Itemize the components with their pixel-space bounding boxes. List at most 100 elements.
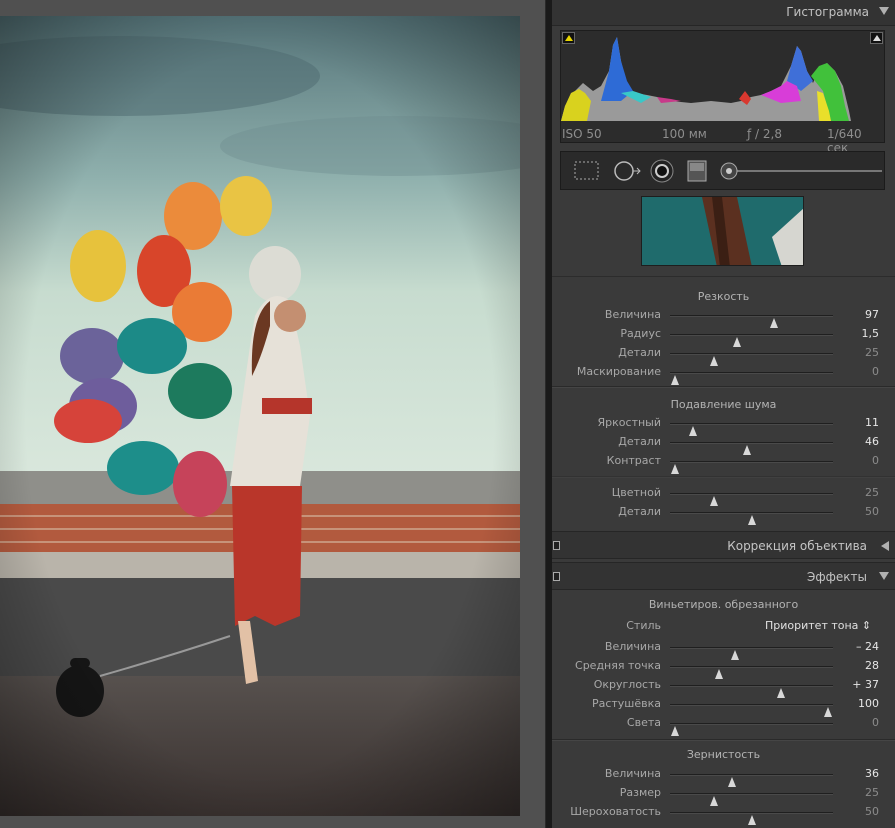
photo-canvas-area [0, 0, 545, 828]
histogram[interactable]: ISO 50 100 мм ƒ / 2,8 1/640 сек [560, 30, 885, 155]
slider-row: Величина – 24 [552, 639, 895, 660]
noise-reduction-section: Подавление шума Яркостный 11 Детали 46 Контр… [552, 390, 895, 528]
slider-track[interactable] [670, 442, 833, 455]
shadow-clipping-toggle[interactable] [562, 32, 575, 44]
histogram-header[interactable]: Гистограмма [552, 0, 895, 26]
slider-row: Света 0 [552, 715, 895, 736]
slider-track[interactable] [670, 334, 833, 347]
slider-row: Средняя точка 28 [552, 658, 895, 679]
slider-track[interactable] [670, 512, 833, 525]
vignette-style-select[interactable]: Приоритет тона ⇕ [765, 619, 871, 632]
slider-track[interactable] [670, 461, 833, 474]
slider-thumb[interactable] [747, 515, 756, 525]
effects-header[interactable]: Эффекты [552, 562, 895, 590]
exif-iso: ISO 50 [562, 127, 602, 141]
slider-label: Детали [618, 435, 661, 448]
develop-right-panel: Гистограмма ISO 50 100 мм ƒ / 2,8 1/640 … [552, 0, 895, 828]
slider-value[interactable]: 0 [872, 454, 879, 467]
lens-corrections-title: Коррекция объектива [727, 539, 867, 553]
slider-value[interactable]: 1,5 [862, 327, 880, 340]
slider-track[interactable] [670, 793, 833, 806]
detail-zoom-thumbnail[interactable] [641, 196, 804, 266]
slider-value[interactable]: 50 [865, 805, 879, 818]
slider-value[interactable]: 46 [865, 435, 879, 448]
slider-value[interactable]: 25 [865, 786, 879, 799]
slider-track[interactable] [670, 704, 833, 717]
slider-value[interactable]: 97 [865, 308, 879, 321]
graduated-filter-tool-icon[interactable] [685, 159, 709, 186]
slider-label: Округлость [593, 678, 661, 691]
slider-thumb[interactable] [670, 464, 679, 474]
slider-value[interactable]: 100 [858, 697, 879, 710]
slider-value[interactable]: 36 [865, 767, 879, 780]
slider-track[interactable] [670, 723, 833, 736]
vignette-style-label: Стиль [626, 619, 661, 632]
slider-label: Шероховатость [570, 805, 661, 818]
scrollbar[interactable] [545, 0, 552, 828]
slider-track[interactable] [670, 685, 833, 698]
slider-thumb[interactable] [670, 375, 679, 385]
slider-value[interactable]: 0 [872, 716, 879, 729]
slider-row: Детали 46 [552, 434, 895, 455]
slider-row: Цветной 25 [552, 485, 895, 506]
noise-reduction-title: Подавление шума [670, 398, 777, 411]
grain-section: Зернистость Величина 36 Размер 25 Шероховато… [552, 742, 895, 828]
slider-label: Размер [619, 786, 661, 799]
crop-tool-icon[interactable] [574, 161, 600, 184]
slider-label: Света [626, 716, 661, 729]
slider-value[interactable]: – 24 [856, 640, 879, 653]
slider-label: Радиус [620, 327, 661, 340]
slider-label: Яркостный [597, 416, 661, 429]
slider-row: Размер 25 [552, 785, 895, 806]
expand-triangle-icon[interactable] [881, 541, 889, 551]
exif-aperture: ƒ / 2,8 [747, 127, 782, 141]
slider-row: Яркостный 11 [552, 415, 895, 436]
slider-track[interactable] [670, 423, 833, 436]
slider-track[interactable] [670, 493, 833, 506]
slider-label: Величина [604, 640, 661, 653]
slider-track[interactable] [670, 315, 833, 328]
slider-thumb[interactable] [747, 815, 756, 825]
detail-preview[interactable] [552, 192, 895, 277]
slider-value[interactable]: + 37 [852, 678, 879, 691]
panel-switch-icon[interactable] [553, 572, 560, 581]
slider-track[interactable] [670, 353, 833, 366]
slider-label: Величина [604, 308, 661, 321]
slider-label: Детали [618, 346, 661, 359]
slider-track[interactable] [670, 812, 833, 825]
tool-strip [560, 151, 885, 190]
highlight-clipping-toggle[interactable] [870, 32, 883, 44]
grain-title: Зернистость [686, 748, 761, 761]
lens-corrections-header[interactable]: Коррекция объектива [552, 531, 895, 559]
photo-preview[interactable] [0, 16, 520, 816]
slider-label: Растушёвка [591, 697, 661, 710]
slider-label: Средняя точка [575, 659, 661, 672]
sharpening-title: Резкость [697, 290, 750, 303]
slider-value[interactable]: 25 [865, 346, 879, 359]
spot-removal-tool-icon[interactable] [613, 160, 643, 185]
effects-title: Эффекты [807, 570, 867, 584]
collapse-triangle-icon[interactable] [879, 572, 889, 580]
slider-thumb[interactable] [670, 726, 679, 736]
adjustment-brush-slider[interactable] [719, 161, 883, 184]
slider-track[interactable] [670, 372, 833, 385]
slider-track[interactable] [670, 666, 833, 679]
vignette-style-row: Стиль Приоритет тона ⇕ [552, 618, 895, 634]
exif-focal-length: 100 мм [662, 127, 707, 141]
collapse-triangle-icon[interactable] [879, 7, 889, 15]
red-eye-tool-icon[interactable] [650, 159, 674, 186]
slider-row: Детали 50 [552, 504, 895, 525]
slider-value[interactable]: 0 [872, 365, 879, 378]
slider-row: Контраст 0 [552, 453, 895, 474]
slider-row: Шероховатость 50 [552, 804, 895, 825]
slider-row: Округлость + 37 [552, 677, 895, 698]
slider-track[interactable] [670, 647, 833, 660]
slider-value[interactable]: 50 [865, 505, 879, 518]
slider-value[interactable]: 25 [865, 486, 879, 499]
panel-switch-icon[interactable] [553, 541, 560, 550]
slider-value[interactable]: 28 [865, 659, 879, 672]
histogram-title: Гистограмма [786, 5, 869, 19]
slider-row: Величина 97 [552, 307, 895, 328]
slider-value[interactable]: 11 [865, 416, 879, 429]
slider-track[interactable] [670, 774, 833, 787]
